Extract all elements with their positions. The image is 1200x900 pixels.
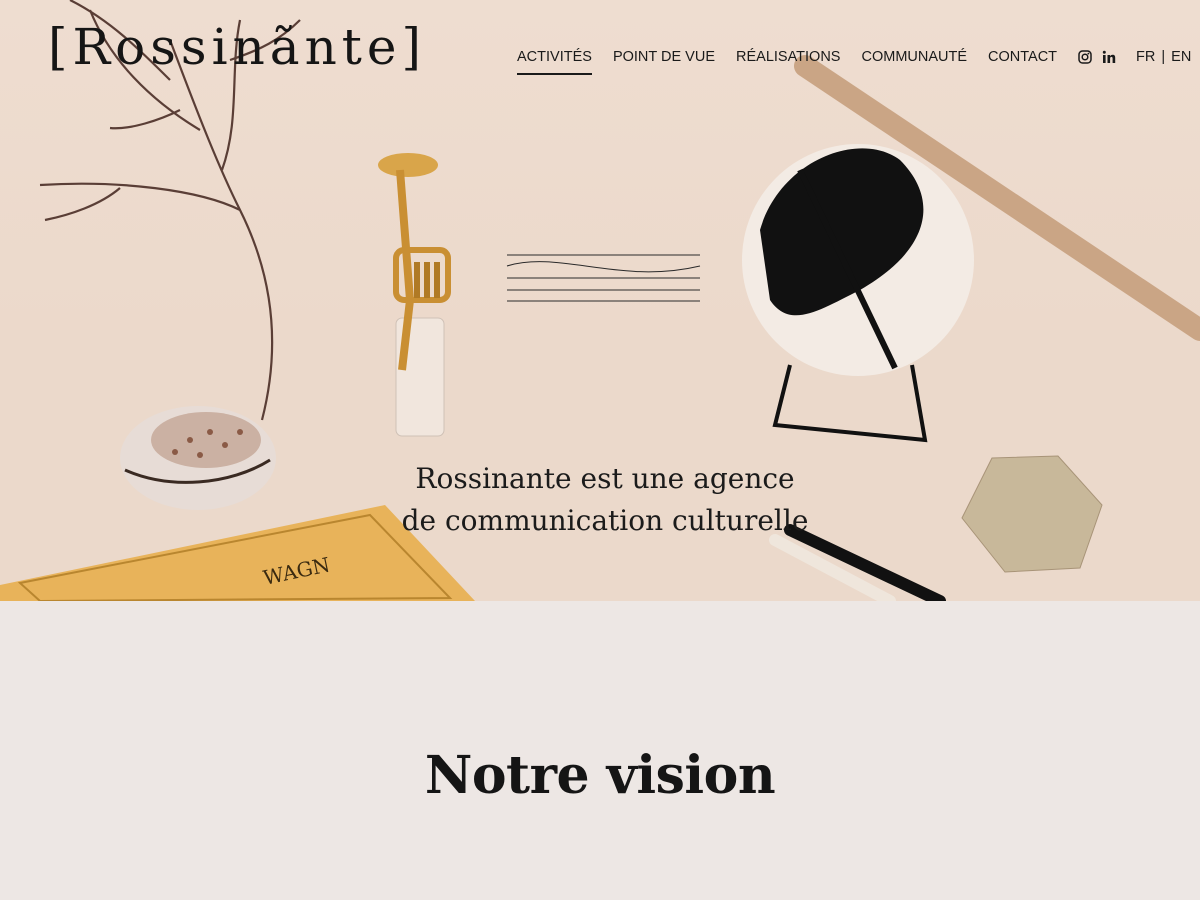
- hero-tagline-line-1: Rossinante est une agence: [415, 462, 795, 495]
- vision-section-title: Notre vision: [424, 745, 776, 807]
- lang-separator: |: [1161, 49, 1166, 65]
- shell-illustration: [120, 406, 276, 510]
- nav-item-contact[interactable]: CONTACT: [988, 49, 1057, 65]
- linkedin-icon[interactable]: [1102, 50, 1116, 64]
- brand-logo[interactable]: [Rossinãnte]: [48, 22, 426, 72]
- hero-banner: WAGN [Rossinãnte] ACTIVITÉS POINT DE VUE…: [0, 0, 1200, 601]
- hero-tagline: Rossinante est une agence de communicati…: [300, 458, 910, 542]
- instagram-icon[interactable]: [1078, 50, 1092, 64]
- hero-tagline-line-2: de communication culturelle: [401, 504, 809, 537]
- main-navigation: ACTIVITÉS POINT DE VUE RÉALISATIONS COMM…: [508, 48, 1191, 75]
- language-switcher: FR | EN: [1136, 49, 1191, 65]
- lang-en-link[interactable]: EN: [1171, 49, 1191, 65]
- lang-fr-link[interactable]: FR: [1136, 49, 1155, 65]
- wave-lines-graphic: [506, 254, 701, 302]
- nav-item-activites[interactable]: ACTIVITÉS: [517, 49, 592, 75]
- nav-item-realisations[interactable]: RÉALISATIONS: [736, 49, 840, 65]
- nav-item-communaute[interactable]: COMMUNAUTÉ: [861, 49, 967, 65]
- social-links: [1078, 50, 1126, 64]
- nav-item-point-de-vue[interactable]: POINT DE VUE: [613, 49, 715, 65]
